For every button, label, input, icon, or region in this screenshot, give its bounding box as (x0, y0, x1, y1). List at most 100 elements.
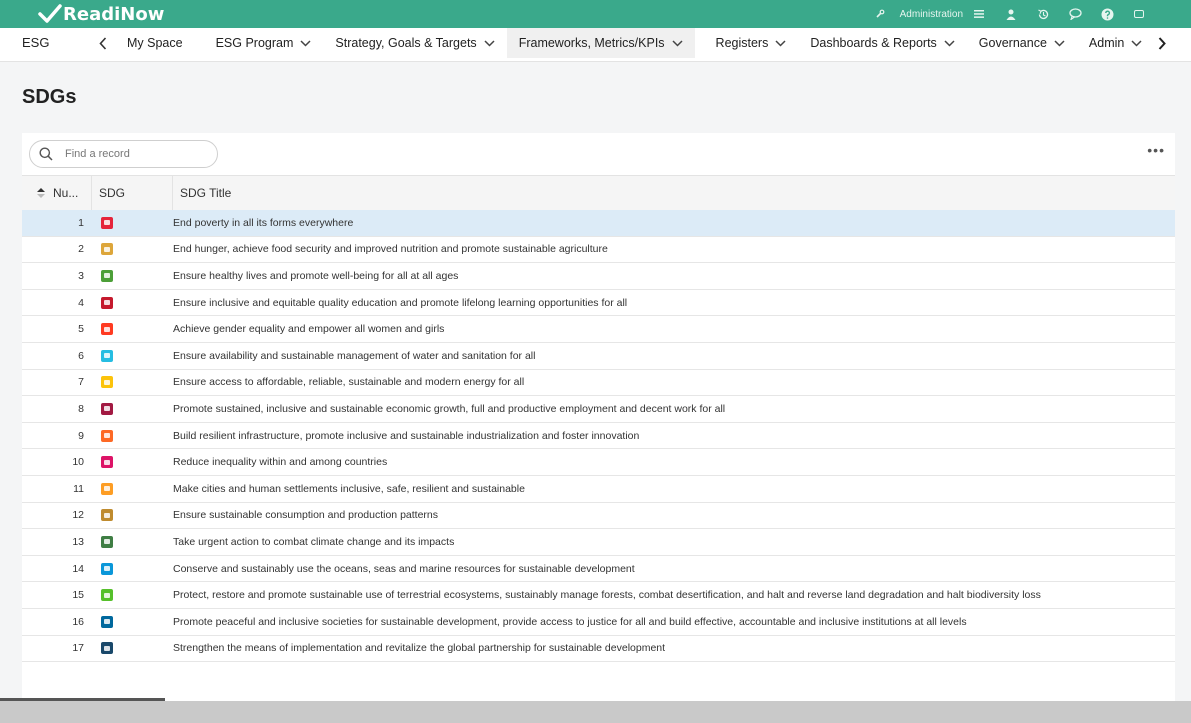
table-row[interactable]: 7 Ensure access to affordable, reliable, … (22, 370, 1175, 397)
sdg-title: Ensure healthy lives and promote well-be… (173, 269, 459, 282)
sdg-goal-icon (101, 642, 113, 655)
row-number: 11 (73, 482, 84, 495)
expand-icon[interactable] (1123, 0, 1155, 28)
sdg-title: End hunger, achieve food security and im… (173, 243, 608, 256)
nav-registers[interactable]: Registers (695, 28, 799, 58)
table-row[interactable]: 16 Promote peaceful and inclusive societi… (22, 609, 1175, 636)
table-row[interactable]: 8 Promote sustained, inclusive and sustai… (22, 396, 1175, 423)
table-row[interactable]: 13 Take urgent action to combat climate c… (22, 529, 1175, 556)
more-options-icon[interactable]: ••• (1147, 143, 1165, 157)
user-icon[interactable] (995, 0, 1027, 28)
chevron-down-icon (775, 39, 786, 47)
table-row[interactable]: 9 Build resilient infrastructure, promote… (22, 423, 1175, 450)
sdg-goal-icon (101, 589, 113, 602)
sdg-icon-cell (84, 429, 173, 442)
chat-icon[interactable] (1059, 0, 1091, 28)
sdg-icon-cell (84, 589, 173, 602)
table-row[interactable]: 15 Protect, restore and promote sustainab… (22, 582, 1175, 609)
sdg-icon-cell (84, 402, 173, 415)
chevron-down-icon (672, 39, 683, 47)
page-title: SDGs (22, 86, 77, 108)
table-row[interactable]: 11 Make cities and human settlements incl… (22, 476, 1175, 503)
sdg-goal-icon (101, 482, 113, 495)
table-row[interactable]: 5 Achieve gender equality and empower all… (22, 316, 1175, 343)
sdg-goal-icon (101, 269, 113, 282)
sdg-icon-cell (84, 456, 173, 469)
sdg-goal-icon (101, 323, 113, 336)
nav-admin[interactable]: Admin (1077, 28, 1154, 58)
table-row[interactable]: 17 Strengthen the means of implementation… (22, 636, 1175, 663)
nav-scroll-left-icon[interactable] (93, 28, 113, 58)
row-number: 16 (72, 615, 84, 628)
nav-frameworks-metrics-kpis[interactable]: Frameworks, Metrics/KPIs (506, 28, 695, 58)
nav-strategy-goals-targets[interactable]: Strategy, Goals & Targets (323, 28, 506, 58)
sdg-icon-cell (84, 509, 173, 522)
sdg-icon-cell (84, 376, 173, 389)
app-navigation-bar: ESG My Space ESG Program Strategy, Goals… (0, 28, 1191, 62)
sdg-title: Achieve gender equality and empower all … (173, 323, 445, 336)
column-header-sdg-title[interactable]: SDG Title (173, 176, 231, 210)
sdg-title: Take urgent action to combat climate cha… (173, 535, 455, 548)
sdg-goal-icon (101, 216, 113, 229)
table-row[interactable]: 6 Ensure availability and sustainable man… (22, 343, 1175, 370)
nav-scroll-right-icon[interactable] (1152, 28, 1172, 58)
report-panel: ••• Nu... SDG SDG Title 1 End poverty in … (22, 133, 1175, 713)
sdg-title: Promote peaceful and inclusive societies… (173, 615, 967, 628)
table-row[interactable]: 12 Ensure sustainable consumption and pro… (22, 503, 1175, 530)
row-number: 12 (72, 509, 84, 522)
sdg-goal-icon (101, 376, 113, 389)
app-name: ESG (22, 35, 50, 50)
sdg-icon-cell (84, 482, 173, 495)
sdg-title: Ensure inclusive and equitable quality e… (173, 296, 628, 309)
help-icon[interactable] (1091, 0, 1123, 28)
sdg-title: Ensure sustainable consumption and produ… (173, 509, 439, 522)
column-header-number[interactable]: Nu... (22, 176, 92, 210)
chevron-down-icon (484, 39, 495, 47)
sdg-title: Conserve and sustainably use the oceans,… (173, 562, 635, 575)
search-input[interactable] (63, 147, 207, 161)
wrench-icon[interactable] (864, 0, 896, 28)
row-number: 8 (78, 402, 84, 415)
nav-governance[interactable]: Governance (967, 28, 1077, 58)
row-number: 1 (78, 216, 84, 229)
table-row[interactable]: 10 Reduce inequality within and among cou… (22, 449, 1175, 476)
row-number: 4 (78, 296, 84, 309)
sdg-goal-icon (101, 349, 113, 362)
readinow-logo[interactable]: ReadiNow (38, 3, 164, 25)
row-number: 13 (72, 535, 84, 548)
chevron-down-icon (1131, 39, 1142, 47)
sdg-title: Strengthen the means of implementation a… (173, 642, 666, 655)
sdg-icon-cell (84, 323, 173, 336)
sdg-goal-icon (101, 296, 113, 309)
sdg-icon-cell (84, 642, 173, 655)
row-number: 2 (78, 243, 84, 256)
administration-link[interactable]: Administration (900, 9, 963, 20)
sdg-icon-cell (84, 243, 173, 256)
row-number: 5 (78, 323, 84, 336)
search-icon (39, 147, 53, 161)
sdg-title: Protect, restore and promote sustainable… (173, 589, 1041, 602)
nav-dashboards-reports[interactable]: Dashboards & Reports (798, 28, 966, 58)
sdg-goal-icon (101, 535, 113, 548)
nav-my-space[interactable]: My Space (115, 28, 195, 58)
table-row[interactable]: 14 Conserve and sustainably use the ocean… (22, 556, 1175, 583)
table-body: 1 End poverty in all its forms everywhere… (22, 210, 1175, 663)
history-icon[interactable] (1027, 0, 1059, 28)
nav-esg-program[interactable]: ESG Program (195, 28, 324, 58)
table-row[interactable]: 3 Ensure healthy lives and promote well-b… (22, 263, 1175, 290)
logo-check-icon (38, 4, 62, 23)
table-row[interactable]: 1 End poverty in all its forms everywhere (22, 210, 1175, 237)
sdg-icon-cell (84, 562, 173, 575)
nav-tabs: My Space ESG Program Strategy, Goals & T… (115, 28, 1154, 61)
hamburger-menu-icon[interactable] (963, 0, 995, 28)
column-header-sdg[interactable]: SDG (92, 176, 173, 210)
table-row[interactable]: 4 Ensure inclusive and equitable quality … (22, 290, 1175, 317)
logo-text: ReadiNow (63, 3, 165, 25)
chevron-down-icon (300, 39, 311, 47)
top-bar: ReadiNow Administration (0, 0, 1191, 28)
sdg-title: Reduce inequality within and among count… (173, 456, 388, 469)
table-row[interactable]: 2 End hunger, achieve food security and i… (22, 237, 1175, 264)
row-number: 6 (78, 349, 84, 362)
sdg-icon-cell (84, 535, 173, 548)
sdg-title: End poverty in all its forms everywhere (173, 216, 354, 229)
